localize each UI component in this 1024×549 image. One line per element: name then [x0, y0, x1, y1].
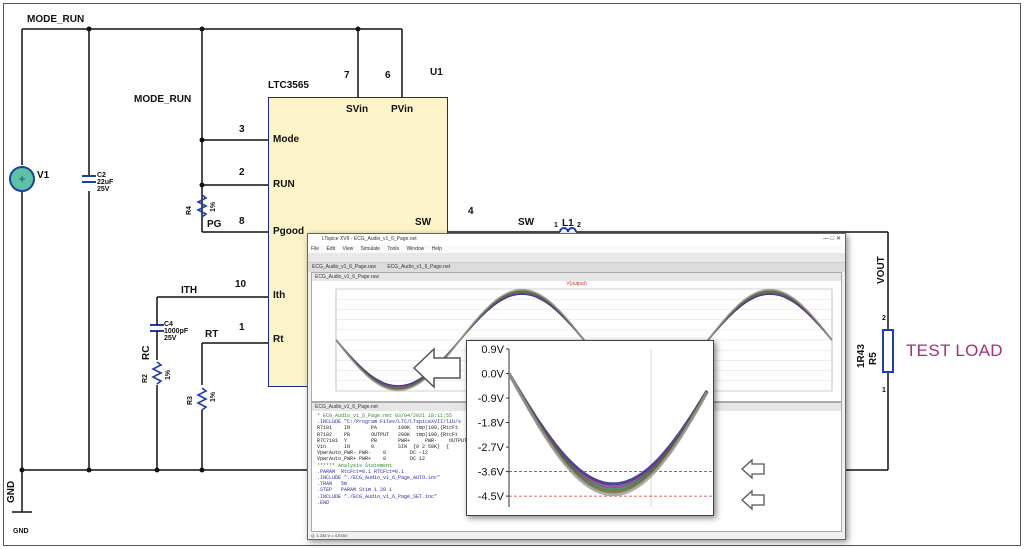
pin-sw-name: SW [415, 217, 432, 228]
net-label-mode-run-top: MODE_RUN [27, 14, 85, 25]
r4-val: 1% [210, 201, 217, 212]
zoom-inset: 0.9V 0.0V -0.9V -1.8V -2.7V -3.6V -4.5V [466, 340, 714, 516]
capacitor-c2-icon [82, 175, 96, 183]
zoom-tick-label: -3.6V [478, 467, 505, 479]
zoom-tick-label: 0.9V [481, 344, 504, 356]
tab-raw[interactable]: ECG_Audio_v1_6_Page.raw [312, 264, 376, 270]
pin-mode-num: 3 [239, 124, 245, 135]
c2-val: 22uF [97, 179, 114, 186]
net-label-gnd-bottom: GND [13, 528, 29, 535]
zoom-series-line [507, 372, 709, 489]
waveform-pane-bar: ECG_Audio_v1_6_Page.raw [312, 273, 841, 281]
netlist-line: R7102 PB OUTPUT 200K tmp(100,{RtcFt [317, 431, 459, 438]
test-load-label: TEST LOAD [906, 341, 1003, 360]
menu-help[interactable]: Help [432, 246, 442, 252]
net-label-rt: RT [205, 329, 219, 340]
r5-alt-ref: 1R43 [856, 344, 867, 368]
c4-volt: 25V [164, 335, 177, 342]
zoom-tick-label: -2.7V [478, 442, 505, 454]
left-arrow-icon-upper [741, 458, 765, 480]
resistor-r3-icon [196, 387, 208, 411]
netlist-line: R7101 IN PA 100K tmp(100,{RtcFt [317, 425, 459, 432]
chip-part-number: LTC3565 [268, 80, 309, 91]
pin-rt-name: Rt [273, 334, 284, 345]
menu-file[interactable]: File [311, 246, 319, 252]
net-label-pg: PG [207, 219, 222, 230]
zoom-series-line [507, 372, 709, 494]
pin-ith-name: Ith [273, 290, 286, 301]
status-bar: Q: 1.234 V = 4.578V [311, 533, 348, 538]
netlist-text: * ECG_Audio_v1_6_Page.net 03/04/2021 18:… [317, 413, 467, 506]
net-label-ith: ITH [181, 285, 198, 296]
zoom-tick-label: -1.8V [478, 418, 505, 430]
chip-ref: U1 [430, 67, 443, 78]
zoom-tick-label: -4.5V [478, 491, 505, 503]
zoom-series-line [507, 372, 709, 491]
menu-window[interactable]: Window [406, 246, 424, 252]
netlist-line: .END [317, 499, 330, 506]
r3-val: 1% [210, 391, 217, 402]
c2-volt: 25V [97, 186, 110, 193]
pin-pvin-num: 6 [385, 70, 391, 81]
l1-pin1: 1 [554, 222, 558, 229]
window-title: LTspice XVII - ECG_Audio_v1_6_Page.net [322, 236, 417, 242]
c2-ref: C2 [97, 172, 106, 179]
zoom-plot: 0.9V 0.0V -0.9V -1.8V -2.7V -3.6V -4.5V [478, 344, 713, 507]
r5-ref: R5 [868, 352, 879, 365]
pin-rt-num: 1 [239, 322, 245, 333]
menu-view[interactable]: View [342, 246, 353, 252]
menu-bar: File Edit View Simulate Tools Window Hel… [308, 245, 845, 253]
net-label-vout: VOUT [876, 256, 887, 284]
window-controls-icon[interactable]: — □ ✕ [823, 234, 841, 245]
left-arrow-icon-lower [741, 489, 765, 511]
v1-label: V1 [37, 170, 50, 181]
pin-svin-num: 7 [344, 70, 350, 81]
menu-edit[interactable]: Edit [326, 246, 335, 252]
net-label-gnd-side: GND [6, 480, 17, 503]
pin-svin-name: SVin [346, 104, 369, 115]
toolbar[interactable] [308, 253, 845, 263]
pin-pvin-name: PVin [391, 104, 414, 115]
pin-ith-num: 10 [235, 279, 247, 290]
net-label-sw: SW [518, 217, 535, 228]
tab-net[interactable]: ECG_Audio_v1_6_Page.net [387, 264, 450, 270]
r2-val: 1% [165, 369, 172, 380]
r4-ref: R4 [186, 206, 193, 215]
pin-run-num: 2 [239, 167, 245, 178]
window-titlebar: LTspice XVII - ECG_Audio_v1_6_Page.net —… [308, 234, 845, 245]
pin-sw-num: 4 [468, 206, 474, 217]
net-label-mode-run-mid: MODE_RUN [134, 94, 192, 105]
r5-pin2: 2 [882, 315, 886, 322]
net-label-rc: RC [141, 345, 152, 360]
left-arrow-icon [412, 347, 461, 389]
zoom-tick-label: 0.0V [481, 369, 504, 381]
r5-pin1: 1 [882, 387, 886, 394]
l1-pin2: 2 [577, 222, 581, 229]
c4-val: 1000pF [164, 328, 189, 335]
zoom-tick-label: -0.9V [478, 393, 505, 405]
menu-tools[interactable]: Tools [387, 246, 399, 252]
resistor-r5-icon [882, 329, 894, 373]
resistor-r2-icon [151, 361, 163, 385]
capacitor-c4-icon [150, 324, 164, 332]
pin-pgood-num: 8 [239, 216, 245, 227]
c4-ref: C4 [164, 321, 173, 328]
r2-ref: R2 [142, 374, 149, 383]
l1-ref: L1 [562, 218, 574, 229]
r3-ref: R3 [187, 396, 194, 405]
pin-mode-name: Mode [273, 134, 300, 145]
menu-simulate[interactable]: Simulate [361, 246, 380, 252]
tab-bar: ECG_Audio_v1_6_Page.raw ECG_Audio_v1_6_P… [308, 263, 845, 272]
svg-text:+: + [18, 172, 25, 186]
pin-pgood-name: Pgood [273, 226, 305, 237]
pin-run-name: RUN [273, 179, 295, 190]
schematic-canvas: + MODE_RUN MODE_RUN ITH RT PG SW RC VOUT… [0, 0, 1024, 549]
